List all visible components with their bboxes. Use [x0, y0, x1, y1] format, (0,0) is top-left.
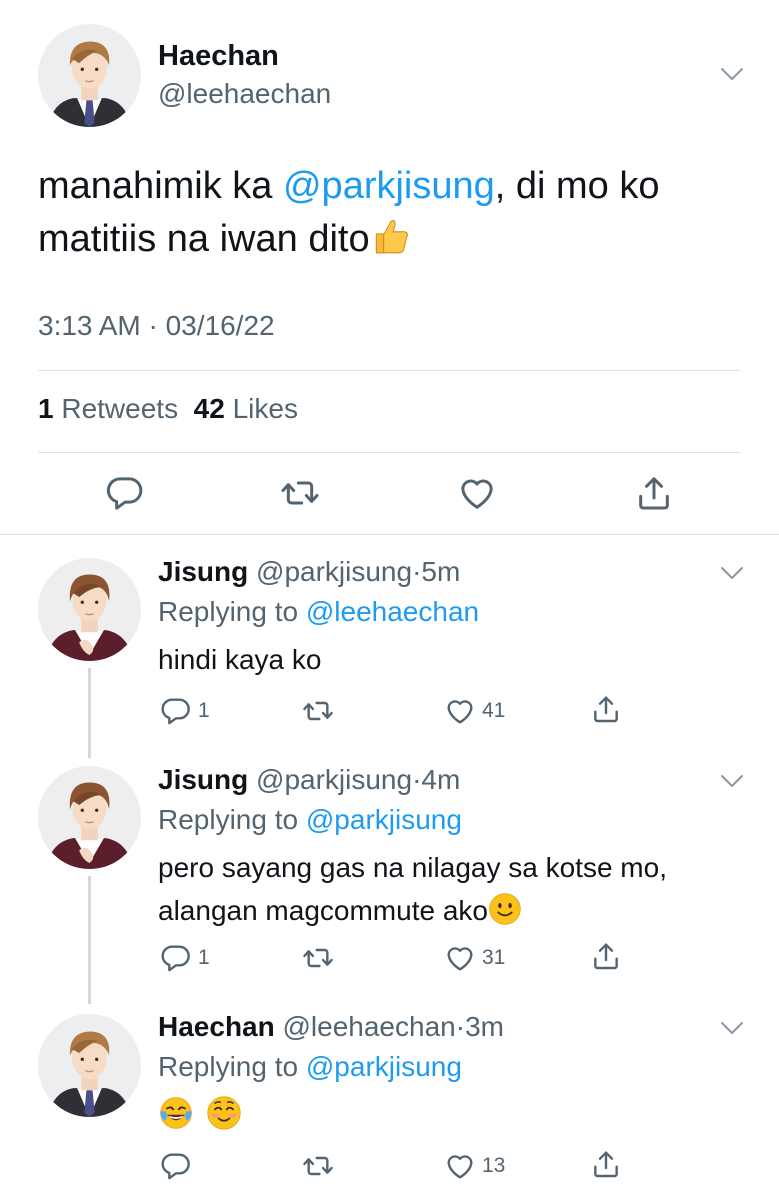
timestamp[interactable]: 3:13 AM · 03/16/22 [38, 310, 275, 342]
reply-time[interactable]: 5m [421, 556, 460, 587]
separator-dot: · [412, 764, 422, 795]
reply-time[interactable]: 4m [421, 764, 460, 795]
like-icon[interactable] [444, 1150, 476, 1182]
author-name[interactable]: Jisung [158, 764, 248, 795]
share-button[interactable] [590, 940, 622, 972]
engagement-stats: 1 Retweets 42 Likes [38, 393, 298, 425]
avatar[interactable] [38, 558, 141, 661]
reply-time[interactable]: 3m [465, 1011, 504, 1042]
main-tweet: Haechan @leehaechan manahimik ka @parkji… [0, 0, 779, 534]
like-button[interactable]: 13 [444, 1150, 505, 1182]
reply-text-line: pero sayang gas na nilagay sa kotse mo, [158, 852, 667, 883]
chevron-down-icon[interactable] [719, 66, 745, 82]
author-handle[interactable]: @leehaechan [283, 1011, 456, 1042]
retweet-button[interactable] [302, 942, 334, 974]
retweet-button[interactable] [302, 695, 334, 727]
likes-count[interactable]: 42 [194, 393, 225, 424]
chevron-down-icon[interactable] [719, 565, 745, 581]
replying-prefix: Replying to [158, 1051, 306, 1082]
divider [38, 452, 741, 453]
reply-count: 1 [198, 946, 210, 969]
retweets-label[interactable]: Retweets [61, 393, 178, 424]
tweet-text: manahimik ka @parkjisung, di mo ko matit… [38, 160, 738, 266]
author-handle[interactable]: @leehaechan [158, 78, 331, 110]
author-name[interactable]: Jisung [158, 556, 248, 587]
replying-to: Replying to @leehaechan [158, 596, 479, 628]
share-icon[interactable] [634, 473, 674, 513]
reply-header: Haechan @leehaechan·3m [158, 1011, 504, 1043]
retweet-icon[interactable] [302, 1150, 334, 1182]
like-count: 31 [482, 946, 506, 969]
like-icon[interactable] [444, 695, 476, 727]
replying-prefix: Replying to [158, 804, 306, 835]
like-icon[interactable] [457, 473, 497, 513]
separator-dot: · [455, 1011, 466, 1042]
reply-icon[interactable] [105, 473, 145, 513]
retweet-icon[interactable] [302, 695, 334, 727]
retweet-icon[interactable] [280, 473, 320, 513]
reply-icon[interactable] [160, 942, 192, 974]
retweets-count[interactable]: 1 [38, 393, 54, 424]
like-icon[interactable] [444, 942, 476, 974]
share-icon[interactable] [590, 693, 622, 725]
share-button[interactable] [590, 1148, 622, 1180]
replying-prefix: Replying to [158, 596, 306, 627]
reply-icon[interactable] [160, 695, 192, 727]
mention-link[interactable]: @parkjisung [306, 804, 462, 835]
divider [38, 370, 741, 371]
author-handle[interactable]: @parkjisung [256, 556, 412, 587]
avatar[interactable] [38, 24, 141, 127]
share-button[interactable] [590, 693, 622, 725]
chevron-down-icon[interactable] [719, 773, 745, 789]
reply-text-line: alangan magcommute ako [158, 889, 738, 932]
replying-to: Replying to @parkjisung [158, 1051, 462, 1083]
share-icon[interactable] [590, 1148, 622, 1180]
like-count: 41 [482, 699, 506, 722]
mention-link[interactable]: @parkjisung [283, 165, 495, 207]
avatar[interactable] [38, 766, 141, 869]
thread-line [88, 668, 91, 758]
reply-text: hindi kaya ko [158, 644, 322, 675]
avatar[interactable] [38, 1014, 141, 1117]
smiling-face-icon [488, 892, 522, 926]
divider [0, 534, 779, 535]
reply-button[interactable]: 1 [160, 695, 210, 727]
replying-to: Replying to @parkjisung [158, 804, 462, 836]
mention-link[interactable]: @parkjisung [306, 1051, 462, 1082]
chevron-down-icon[interactable] [719, 1020, 745, 1036]
like-button[interactable]: 41 [444, 695, 505, 727]
reply-text-part: alangan magcommute ako [158, 895, 488, 926]
author-name[interactable]: Haechan [158, 1011, 275, 1042]
reply-header: Jisung @parkjisung·4m [158, 764, 460, 796]
reply-icon[interactable] [160, 1150, 192, 1182]
smiling-face-icon [206, 1095, 242, 1131]
reply-count: 1 [198, 699, 210, 722]
share-icon[interactable] [590, 940, 622, 972]
likes-label[interactable]: Likes [233, 393, 298, 424]
thread-line [88, 876, 91, 1004]
tweet-text-part: manahimik ka [38, 165, 283, 207]
author-handle[interactable]: @parkjisung [256, 764, 412, 795]
like-count: 13 [482, 1154, 506, 1177]
like-button[interactable]: 31 [444, 942, 505, 974]
mention-link[interactable]: @leehaechan [306, 596, 479, 627]
reply-button[interactable] [160, 1150, 198, 1182]
reply-text [158, 1095, 738, 1143]
thumbs-up-icon [370, 215, 412, 257]
separator-dot: · [412, 556, 422, 587]
reply-header: Jisung @parkjisung·5m [158, 556, 460, 588]
author-name[interactable]: Haechan [158, 40, 279, 73]
retweet-icon[interactable] [302, 942, 334, 974]
reply-text: pero sayang gas na nilagay sa kotse mo, … [158, 846, 738, 932]
face-with-tears-of-joy-icon [158, 1095, 194, 1131]
reply-button[interactable]: 1 [160, 942, 210, 974]
retweet-button[interactable] [302, 1150, 334, 1182]
